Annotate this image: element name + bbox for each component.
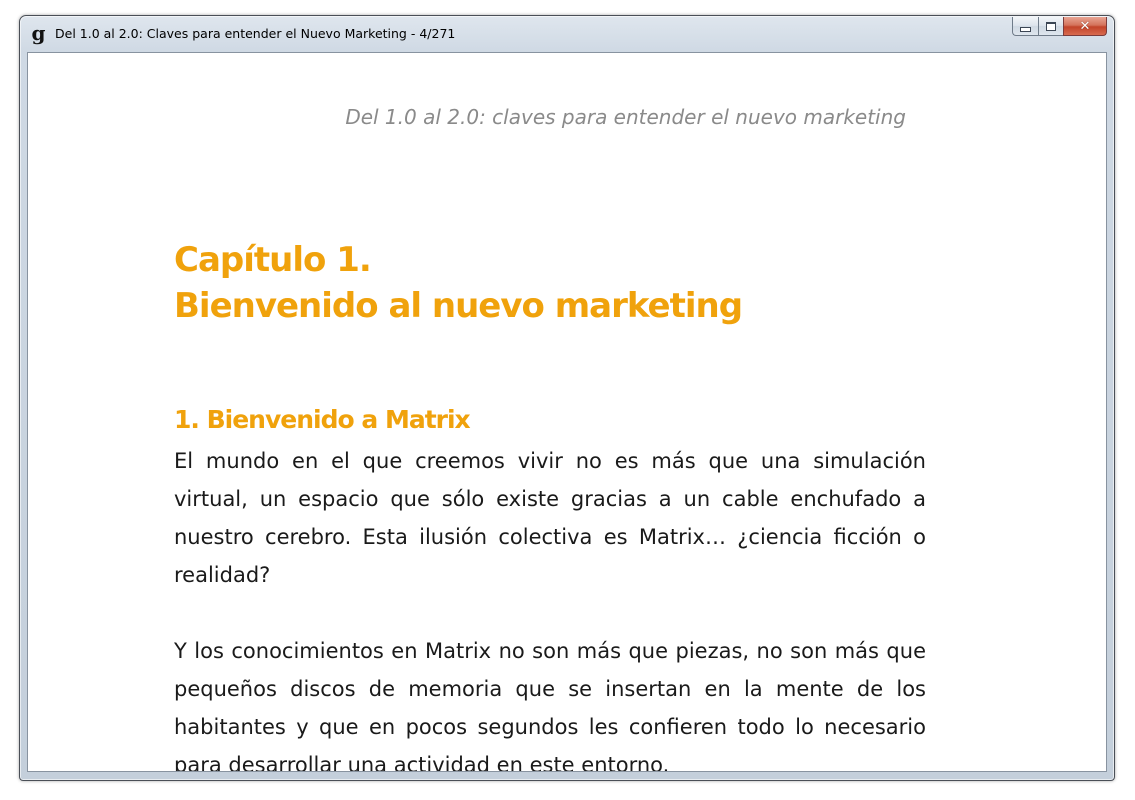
close-button[interactable]: ✕ [1063, 17, 1107, 36]
maximize-button[interactable] [1038, 17, 1063, 36]
minimize-button[interactable] [1012, 17, 1038, 36]
window-title: Del 1.0 al 2.0: Claves para entender el … [55, 26, 456, 41]
body-paragraph: Y los conocimientos en Matrix no son más… [174, 639, 926, 772]
running-header: Del 1.0 al 2.0: claves para entender el … [345, 105, 906, 129]
body-paragraph: El mundo en el que creemos vivir no es m… [174, 449, 926, 587]
reader-window: g Del 1.0 al 2.0: Claves para entender e… [19, 15, 1115, 781]
book-page[interactable]: Del 1.0 al 2.0: claves para entender el … [27, 52, 1107, 772]
chapter-number: Capítulo 1. [174, 240, 372, 280]
minimize-icon [1020, 26, 1031, 32]
chapter-name: Bienvenido al nuevo marketing [174, 286, 743, 326]
app-g-icon[interactable]: g [30, 23, 47, 43]
caption-buttons: ✕ [1012, 17, 1107, 37]
maximize-icon [1046, 21, 1056, 31]
chapter-title: Capítulo 1. Bienvenido al nuevo marketin… [174, 237, 743, 329]
close-icon: ✕ [1079, 18, 1091, 34]
section-title: 1. Bienvenido a Matrix [174, 405, 471, 434]
title-bar[interactable]: g Del 1.0 al 2.0: Claves para entender e… [20, 16, 1114, 52]
